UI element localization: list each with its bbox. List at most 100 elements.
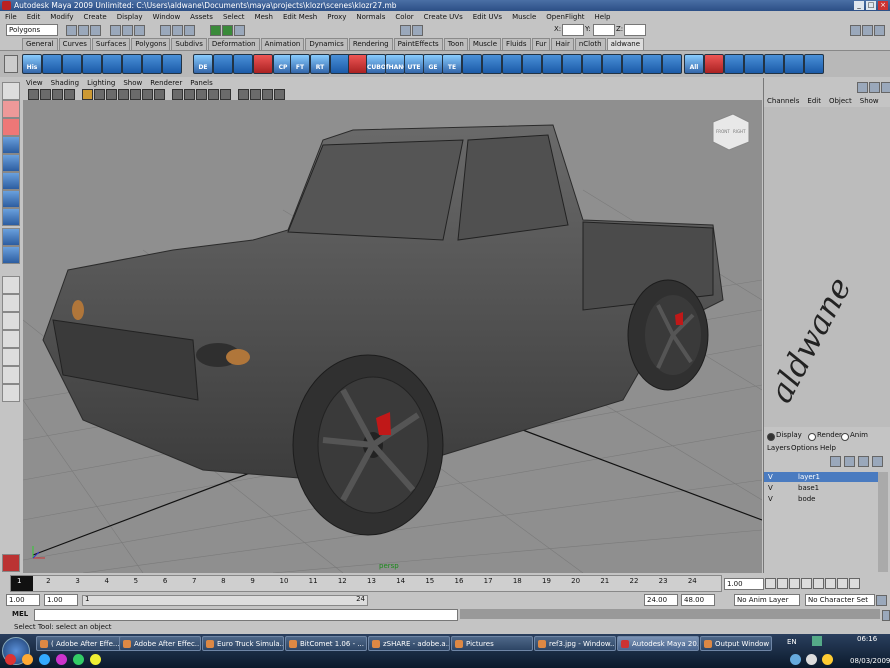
shelf-tool-icon[interactable]: [62, 54, 82, 74]
mel-input[interactable]: [34, 609, 458, 621]
play-backwards-icon[interactable]: [801, 578, 812, 589]
panel-menu-lighting[interactable]: Lighting: [83, 78, 119, 88]
shelf-tab-muscle[interactable]: Muscle: [468, 38, 502, 50]
shelf-tool-icon[interactable]: [253, 54, 273, 74]
close-button[interactable]: ×: [878, 1, 888, 10]
go-to-start-icon[interactable]: [765, 578, 776, 589]
shelf-tab-fur[interactable]: Fur: [531, 38, 551, 50]
channel-box-icon[interactable]: [857, 82, 868, 93]
layout-graph-icon[interactable]: [2, 348, 20, 366]
soft-mod-tool-icon[interactable]: [2, 208, 20, 226]
anim-mode-radio[interactable]: [841, 433, 849, 441]
menu-create-uvs[interactable]: Create UVs: [419, 11, 468, 23]
tool-settings-icon[interactable]: [881, 82, 890, 93]
shelf-tool-icon[interactable]: [122, 54, 142, 74]
shelf-tab-aldwane[interactable]: aldwane: [606, 38, 645, 50]
xray-joints-icon[interactable]: [274, 89, 285, 100]
open-scene-icon[interactable]: [78, 25, 89, 36]
tray-app-icon[interactable]: [5, 654, 16, 665]
shelf-tool-icon[interactable]: [42, 54, 62, 74]
layer-visibility-toggle[interactable]: V: [768, 483, 773, 493]
tray-app-icon[interactable]: [56, 654, 67, 665]
camera-attrs-icon[interactable]: [40, 89, 51, 100]
attribute-icon[interactable]: [869, 82, 880, 93]
shelf-tool-icon[interactable]: [724, 54, 744, 74]
menu-set-select[interactable]: Polygons: [6, 24, 58, 36]
shelf-tool-icon[interactable]: [330, 54, 350, 74]
select-hierarchy-icon[interactable]: [110, 25, 121, 36]
tray-app-icon[interactable]: [39, 654, 50, 665]
shelf-ft-button[interactable]: FT: [290, 54, 310, 74]
textured-icon[interactable]: [208, 89, 219, 100]
taskbar-item[interactable]: zSHARE - adobe.a...: [368, 636, 450, 651]
tray-app-icon[interactable]: [73, 654, 84, 665]
taskbar-item[interactable]: ( Adobe After Effe...: [36, 636, 128, 651]
shelf-tab-toon[interactable]: Toon: [443, 38, 468, 50]
shelf-tool-icon[interactable]: [622, 54, 642, 74]
shelf-tool-icon[interactable]: [213, 54, 233, 74]
shelf-tool-icon[interactable]: [522, 54, 542, 74]
anim-layer-select[interactable]: No Anim Layer: [734, 594, 800, 606]
shelf-tab-painteffects[interactable]: PaintEffects: [393, 38, 443, 50]
perspective-viewport[interactable]: FRONT RIGHT persp: [23, 100, 762, 573]
auto-key-icon[interactable]: [876, 595, 887, 606]
menu-edit[interactable]: Edit: [22, 11, 46, 23]
shelf-tab-animation[interactable]: Animation: [260, 38, 305, 50]
shelf-tab-dynamics[interactable]: Dynamics: [305, 38, 348, 50]
select-object-icon[interactable]: [122, 25, 133, 36]
wireframe-icon[interactable]: [172, 89, 183, 100]
camera-icon[interactable]: [28, 89, 39, 100]
display-mode-radio[interactable]: [767, 433, 775, 441]
current-time-marker[interactable]: [11, 576, 33, 591]
menu-edit-mesh[interactable]: Edit Mesh: [278, 11, 322, 23]
shelf-tool-icon[interactable]: [642, 54, 662, 74]
shelf-tab-surfaces[interactable]: Surfaces: [91, 38, 131, 50]
taskbar-item-maya[interactable]: Autodesk Maya 20...: [617, 636, 699, 651]
time-slider[interactable]: 1 2 3 4 5 6 7 8 9 10 11 12 13 14 15 16 17 18 19 20 21 22 23 24: [10, 575, 722, 592]
start-time-field[interactable]: 1.00: [6, 594, 40, 606]
menu-edit-uvs[interactable]: Edit UVs: [468, 11, 507, 23]
render-icon[interactable]: [210, 25, 221, 36]
new-scene-icon[interactable]: [66, 25, 77, 36]
menu-file[interactable]: File: [0, 11, 22, 23]
tray-app-icon[interactable]: [22, 654, 33, 665]
safe-action-icon[interactable]: [142, 89, 153, 100]
playback-start-field[interactable]: 1.00: [44, 594, 78, 606]
shelf-tool-icon[interactable]: [582, 54, 602, 74]
shelf-tab-general[interactable]: General: [22, 38, 58, 50]
snap-view-icon[interactable]: [400, 25, 411, 36]
shadows-icon[interactable]: [238, 89, 249, 100]
step-forward-icon[interactable]: [837, 578, 848, 589]
panel-menu-shading[interactable]: Shading: [47, 78, 83, 88]
shelf-tab-polygons[interactable]: Polygons: [131, 38, 171, 50]
menu-normals[interactable]: Normals: [351, 11, 390, 23]
panel-menu-show[interactable]: Show: [119, 78, 146, 88]
shelf-tab-subdivs[interactable]: Subdivs: [171, 38, 207, 50]
channel-object-menu[interactable]: Object: [825, 96, 856, 106]
gate-mask-icon[interactable]: [118, 89, 129, 100]
range-slider[interactable]: 1 24: [82, 595, 368, 606]
xray-icon[interactable]: [262, 89, 273, 100]
layer-help-menu[interactable]: Help: [820, 444, 836, 452]
shelf-tool-icon[interactable]: [764, 54, 784, 74]
snap-point-icon[interactable]: [184, 25, 195, 36]
layout-hypershade-icon[interactable]: [2, 366, 20, 384]
panel-menu-panels[interactable]: Panels: [186, 78, 217, 88]
shelf-tool-icon[interactable]: [562, 54, 582, 74]
menu-openflight[interactable]: OpenFlight: [541, 11, 589, 23]
shelf-tool-icon[interactable]: [233, 54, 253, 74]
layout-two-icon[interactable]: [2, 312, 20, 330]
select-tool-icon[interactable]: [2, 82, 20, 100]
snap-grid-icon[interactable]: [160, 25, 171, 36]
shelf-tool-icon[interactable]: [502, 54, 522, 74]
attribute-editor-toggle-icon[interactable]: [850, 25, 861, 36]
panel-menu-renderer[interactable]: Renderer: [146, 78, 186, 88]
scale-tool-icon[interactable]: [2, 172, 20, 190]
shelf-tool-icon[interactable]: [348, 54, 368, 74]
layer-visibility-toggle[interactable]: V: [768, 472, 773, 482]
layout-four-icon[interactable]: [2, 294, 20, 312]
channel-box-toggle-icon[interactable]: [874, 25, 885, 36]
smooth-shade-icon[interactable]: [184, 89, 195, 100]
lasso-tool-icon[interactable]: [2, 100, 20, 118]
shelf-tool-icon[interactable]: [462, 54, 482, 74]
